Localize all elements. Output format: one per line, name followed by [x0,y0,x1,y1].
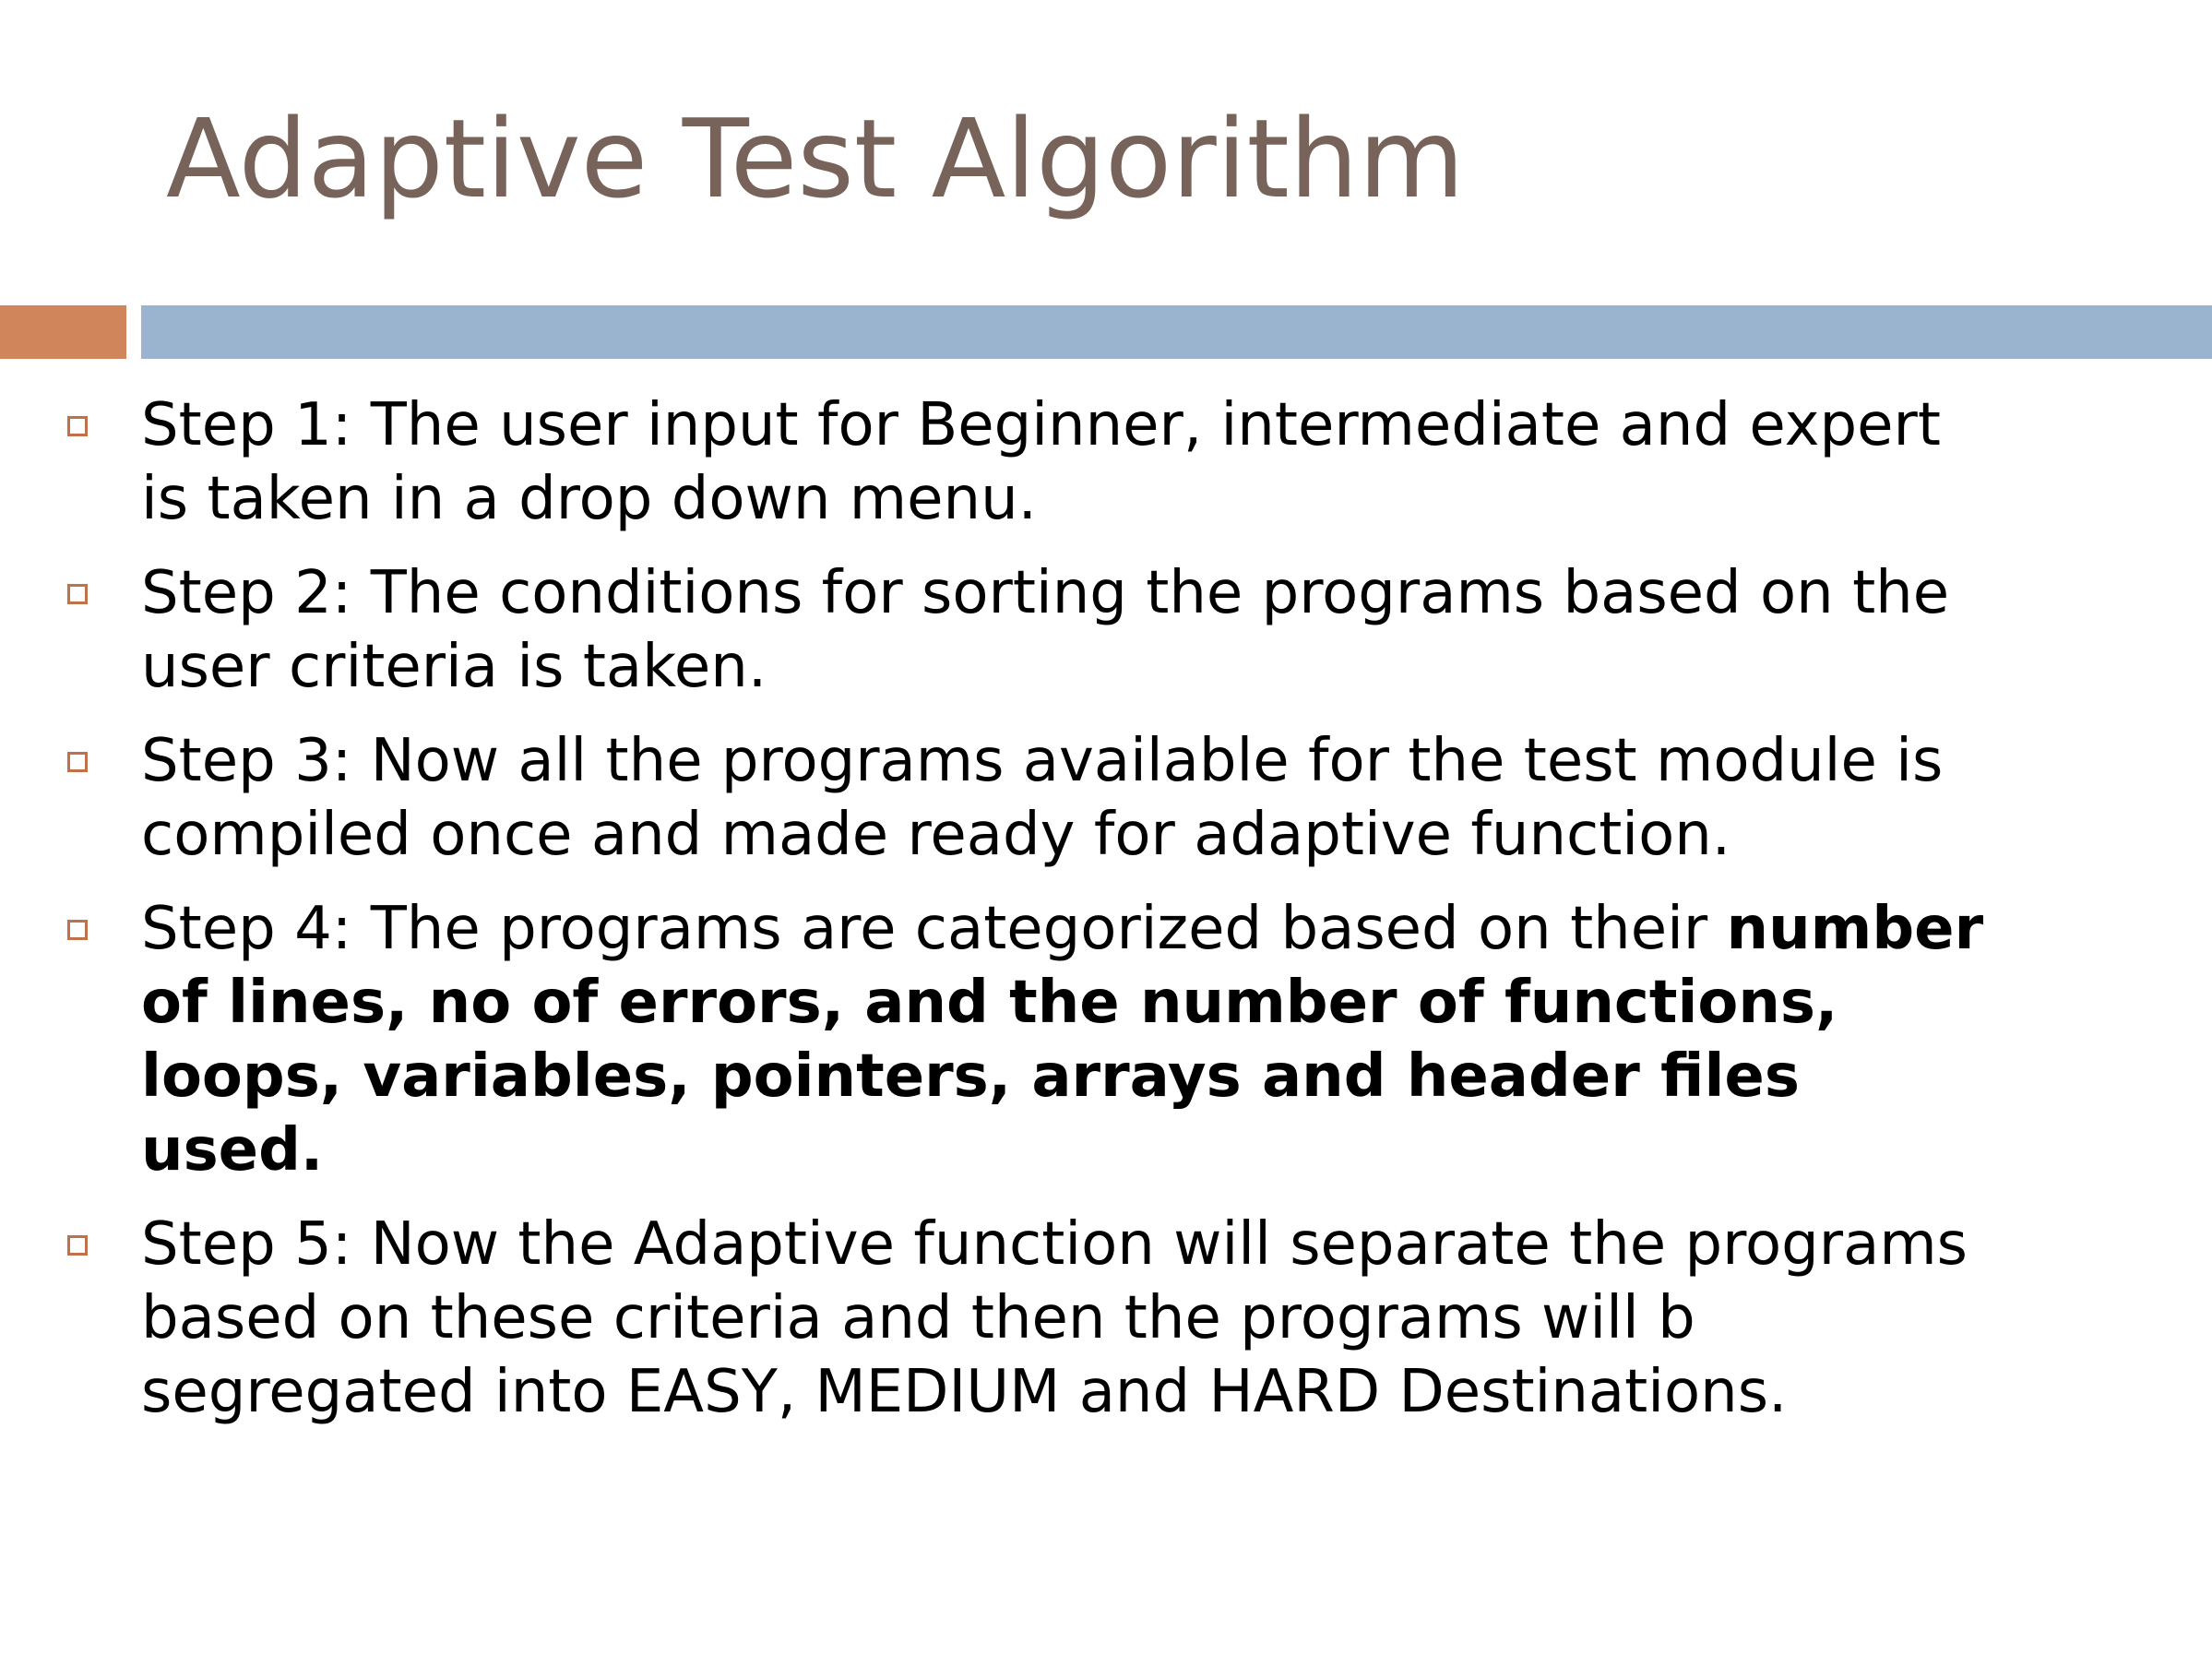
bullet-text: Step 4: The programs are categorized bas… [141,895,1727,963]
bullet-item-step-3: Step 3: Now all the programs available f… [67,724,1995,872]
square-bullet-icon [67,752,88,772]
square-bullet-icon [67,920,88,940]
bullet-item-step-5: Step 5: Now the Adaptive function will s… [67,1208,1995,1429]
bullet-item-step-4: Step 4: The programs are categorized bas… [67,892,1995,1187]
bullet-list: Step 1: The user input for Beginner, int… [67,388,1995,1449]
bullet-text: Step 3: Now all the programs available f… [141,727,1944,869]
slide-title: Adaptive Test Algorithm [166,95,1465,222]
square-bullet-icon [67,584,88,604]
bullet-text: Step 1: The user input for Beginner, int… [141,391,1941,533]
accent-bar-orange [0,305,126,359]
bullet-text: Step 2: The conditions for sorting the p… [141,559,1950,701]
bullet-item-step-1: Step 1: The user input for Beginner, int… [67,388,1995,536]
accent-bar-blue [141,305,2212,359]
bullet-item-step-2: Step 2: The conditions for sorting the p… [67,556,1995,704]
bullet-text: Step 5: Now the Adaptive function will s… [141,1210,1968,1426]
square-bullet-icon [67,1235,88,1256]
square-bullet-icon [67,416,88,436]
